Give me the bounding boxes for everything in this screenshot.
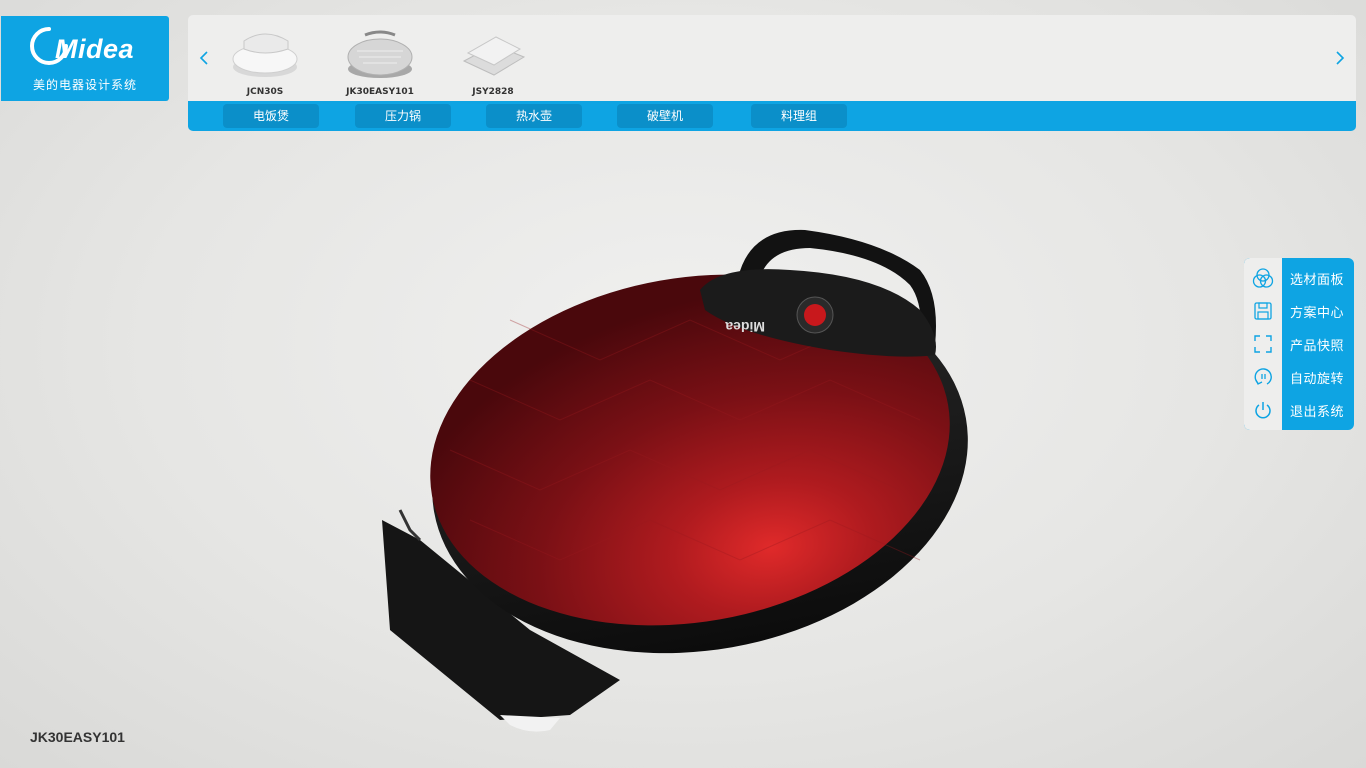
category-kettle[interactable]: 热水壶 [486, 104, 582, 128]
current-model-name: JK30EASY101 [30, 729, 125, 745]
product-thumb-label: JK30EASY101 [346, 87, 414, 97]
menu-item-materials[interactable]: 选材面板 [1244, 261, 1354, 294]
menu-item-label: 退出系统 [1290, 405, 1345, 420]
chevron-right-icon [1336, 51, 1345, 65]
product-brand-mark: Midea [725, 319, 765, 335]
carousel-prev-button[interactable] [194, 45, 214, 71]
product-thumb-jk30easy101[interactable]: JK30EASY101 [335, 25, 425, 99]
grill-square-icon [462, 36, 526, 76]
chevron-left-icon [199, 51, 208, 65]
snapshot-icon [1254, 335, 1272, 353]
menu-item-auto-rotate[interactable]: 自动旋转 [1244, 360, 1354, 393]
category-food-processor[interactable]: 料理组 [751, 104, 847, 128]
save-icon [1254, 302, 1272, 320]
menu-item-exit[interactable]: 退出系统 [1244, 393, 1354, 426]
brand-name: Midea [55, 34, 135, 64]
menu-item-label: 产品快照 [1290, 339, 1345, 354]
carousel-next-button[interactable] [1330, 45, 1350, 71]
product-thumb-label: JCN30S [246, 87, 284, 97]
menu-item-snapshot[interactable]: 产品快照 [1244, 327, 1354, 360]
product-carousel: JCN30S JK30EASY101 JSY2828 [188, 15, 1356, 101]
system-subtitle: 美的电器设计系统 [33, 78, 138, 92]
menu-item-label: 自动旋转 [1290, 372, 1345, 387]
menu-item-schemes[interactable]: 方案中心 [1244, 294, 1354, 327]
category-blender[interactable]: 破壁机 [617, 104, 713, 128]
rotate-icon [1254, 368, 1272, 385]
category-pressure-cooker[interactable]: 压力锅 [355, 104, 451, 128]
materials-icon [1252, 268, 1274, 288]
grill-silver-icon [347, 30, 413, 78]
category-bar: 电饭煲 压力锅 热水壶 破壁机 料理组 [188, 101, 1356, 131]
logo-mark: Midea [29, 26, 149, 74]
product-thumb-label: JSY2828 [472, 87, 514, 97]
brand-logo: Midea 美的电器设计系统 [1, 16, 169, 101]
power-icon [1255, 402, 1271, 419]
product-3d-viewer[interactable]: Midea [360, 210, 980, 750]
product-thumb-jsy2828[interactable]: JSY2828 [448, 25, 538, 99]
product-thumb-jcn30s[interactable]: JCN30S [220, 25, 310, 99]
electric-griddle-image: Midea [382, 229, 968, 732]
menu-item-label: 方案中心 [1290, 306, 1345, 321]
menu-item-label: 选材面板 [1290, 273, 1345, 288]
side-menu: 选材面板 方案中心 产品快照 自动旋转 退出系统 [1244, 258, 1354, 430]
category-rice-cooker[interactable]: 电饭煲 [223, 104, 319, 128]
grill-white-icon [232, 33, 298, 77]
